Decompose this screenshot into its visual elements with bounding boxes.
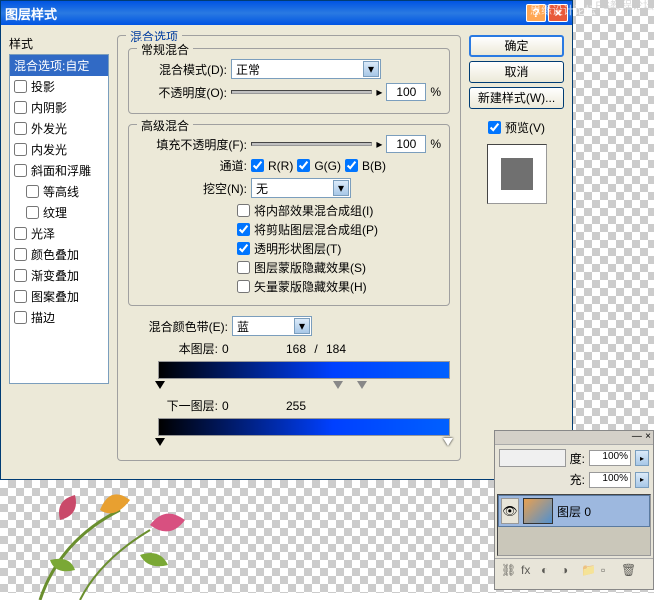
style-inner-shadow[interactable]: 内阴影 — [10, 97, 108, 118]
layers-panel: — × 度: 100% ▸ 充: 100% ▸ 👁 图层 0 ⛓ fx ◐ ◑ … — [494, 430, 654, 590]
styles-list: 混合选项:自定 投影 内阴影 外发光 内发光 斜面和浮雕 等高线 纹理 光泽 颜… — [9, 54, 109, 384]
blend-if-label: 混合颜色带(E): — [128, 318, 228, 335]
layer-list: 👁 图层 0 — [497, 494, 651, 556]
layer-row[interactable]: 👁 图层 0 — [498, 495, 650, 527]
vector-mask-hides-check[interactable] — [237, 280, 250, 293]
blend-if-combo[interactable]: 蓝 ▾ — [232, 316, 312, 336]
layer-opacity-input[interactable]: 100% — [589, 450, 631, 466]
style-stroke[interactable]: 描边 — [10, 307, 108, 328]
knockout-combo[interactable]: 无 ▾ — [251, 178, 351, 198]
styles-label: 样式 — [9, 35, 109, 52]
style-color-overlay[interactable]: 颜色叠加 — [10, 244, 108, 265]
channel-r[interactable] — [251, 159, 264, 172]
visibility-toggle[interactable]: 👁 — [501, 498, 519, 524]
folder-icon[interactable]: 📁 — [581, 563, 595, 577]
layer-style-dialog: 图层样式 ? × 样式 混合选项:自定 投影 内阴影 外发光 内发光 斜面和浮雕… — [0, 0, 573, 480]
under-white-marker[interactable] — [443, 438, 453, 446]
general-blending-title: 常规混合 — [137, 41, 193, 58]
advanced-blending-title: 高级混合 — [137, 117, 193, 134]
blend-clipped-check[interactable] — [237, 223, 250, 236]
style-outer-glow[interactable]: 外发光 — [10, 118, 108, 139]
this-layer-gradient[interactable] — [158, 361, 450, 379]
knockout-label: 挖空(N): — [137, 180, 247, 197]
fill-opacity-slider[interactable] — [251, 142, 372, 146]
style-blending-options[interactable]: 混合选项:自定 — [10, 55, 108, 76]
style-inner-glow[interactable]: 内发光 — [10, 139, 108, 160]
blend-mode-mini-combo[interactable] — [499, 449, 566, 467]
opacity-label: 不透明度(O): — [137, 84, 227, 101]
watermark-text-1: 思缘设计论坛 — [530, 2, 596, 18]
layer-mask-hides-check[interactable] — [237, 261, 250, 274]
style-contour[interactable]: 等高线 — [10, 181, 108, 202]
this-layer-label: 本图层: — [158, 340, 218, 357]
new-style-button[interactable]: 新建样式(W)... — [469, 87, 564, 109]
opacity-input[interactable] — [386, 83, 426, 101]
transparency-shapes-check[interactable] — [237, 242, 250, 255]
style-texture[interactable]: 纹理 — [10, 202, 108, 223]
preview-checkbox[interactable] — [488, 121, 501, 134]
eye-icon: 👁 — [502, 504, 517, 518]
under-layer-gradient[interactable] — [158, 418, 450, 436]
channel-b[interactable] — [345, 159, 358, 172]
preview-label: 预览(V) — [505, 119, 545, 136]
style-satin[interactable]: 光泽 — [10, 223, 108, 244]
style-gradient-overlay[interactable]: 渐变叠加 — [10, 265, 108, 286]
chevron-down-icon: ▾ — [363, 61, 379, 77]
blend-mode-combo[interactable]: 正常 ▾ — [231, 59, 381, 79]
chevron-down-icon: ▾ — [294, 318, 310, 334]
fill-opacity-input[interactable] — [386, 135, 426, 153]
dialog-title: 图层样式 — [5, 4, 57, 23]
style-bevel[interactable]: 斜面和浮雕 — [10, 160, 108, 181]
ok-button[interactable]: 确定 — [469, 35, 564, 57]
blend-mode-label: 混合模式(D): — [137, 61, 227, 78]
opacity-flyout-icon[interactable]: ▸ — [635, 450, 649, 466]
blending-options-group: 混合选项 常规混合 混合模式(D): 正常 ▾ 不透明度(O): ▸ — [117, 35, 461, 461]
fill-opacity-label: 填充不透明度(F): — [137, 136, 247, 153]
style-pattern-overlay[interactable]: 图案叠加 — [10, 286, 108, 307]
chevron-down-icon: ▾ — [333, 180, 349, 196]
channel-g[interactable] — [297, 159, 310, 172]
watermark-text-2: PS教程论坛 — [595, 0, 654, 12]
link-icon[interactable]: ⛓ — [501, 563, 515, 577]
titlebar[interactable]: 图层样式 ? × — [1, 1, 572, 25]
fill-flyout-icon[interactable]: ▸ — [635, 472, 649, 488]
minimize-icon[interactable]: — — [632, 431, 642, 444]
layer-name[interactable]: 图层 0 — [557, 503, 591, 520]
trash-icon[interactable]: 🗑 — [621, 563, 635, 577]
adjustment-icon[interactable]: ◑ — [561, 563, 575, 577]
flower-image — [0, 470, 240, 600]
close-panel-icon[interactable]: × — [645, 431, 651, 444]
new-layer-icon[interactable]: ▫ — [601, 563, 615, 577]
channels-label: 通道: — [137, 157, 247, 174]
fx-icon[interactable]: fx — [521, 563, 535, 577]
cancel-button[interactable]: 取消 — [469, 61, 564, 83]
style-drop-shadow[interactable]: 投影 — [10, 76, 108, 97]
layer-fill-input[interactable]: 100% — [589, 472, 631, 488]
mask-icon[interactable]: ◐ — [541, 563, 555, 577]
opacity-slider[interactable] — [231, 90, 372, 94]
under-layer-label: 下一图层: — [158, 397, 218, 414]
this-layer-split-marker-1[interactable] — [333, 381, 343, 389]
blend-interior-check[interactable] — [237, 204, 250, 217]
preview-box — [487, 144, 547, 204]
this-layer-black-marker[interactable] — [155, 381, 165, 389]
under-black-marker[interactable] — [155, 438, 165, 446]
this-layer-split-marker-2[interactable] — [357, 381, 367, 389]
layer-thumbnail[interactable] — [523, 498, 553, 524]
